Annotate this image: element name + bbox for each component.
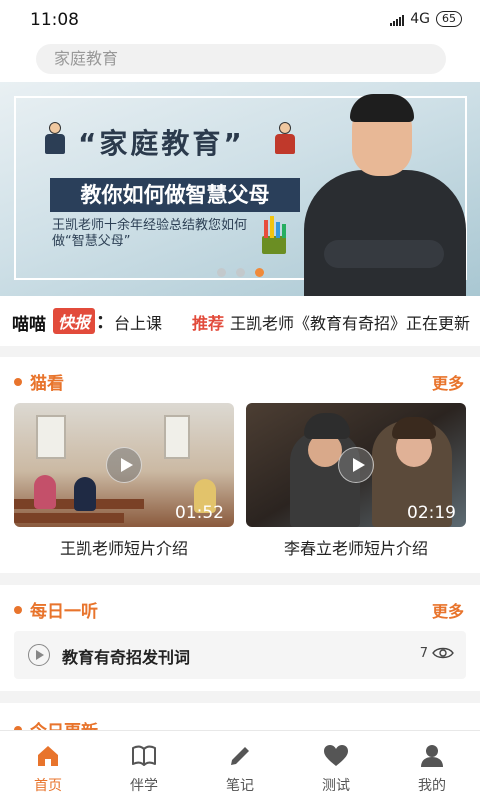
play-circle-icon[interactable] — [28, 644, 50, 666]
ticker-text-secondary[interactable]: 王凯老师《教育有奇招》正在更新 — [230, 310, 470, 334]
banner-card: “家庭教育” 教你如何做智慧父母 王凯老师十余年经验总结教您如何做“智慧父母” — [40, 118, 300, 258]
banner-quote-title: “家庭教育” — [78, 127, 245, 160]
battery-level: 65 — [442, 12, 456, 25]
view-count: 7 — [419, 646, 428, 661]
section-title: 每日一听 — [14, 597, 98, 622]
status-time: 11:08 — [30, 10, 79, 30]
video-caption[interactable]: 王凯老师短片介绍 — [14, 535, 234, 559]
carousel-dot[interactable] — [216, 268, 226, 277]
student-figure — [34, 475, 56, 509]
signal-icon — [390, 12, 405, 26]
network-type: 4G — [410, 11, 430, 27]
tab-label: 首页 — [34, 778, 62, 794]
video-card-thumbnail[interactable]: 01:52 — [14, 403, 234, 527]
audio-title: 教育有奇招发刊词 — [62, 648, 191, 667]
video-caption[interactable]: 李春立老师短片介绍 — [246, 535, 466, 559]
home-icon — [38, 746, 58, 766]
battery-icon: 65 — [436, 11, 462, 27]
tab-study[interactable]: 伴学 — [96, 731, 192, 800]
cartoon-girl-icon — [272, 122, 298, 156]
student-figure — [74, 477, 96, 511]
tab-label: 测试 — [322, 778, 350, 794]
audio-list-item[interactable]: 教育有奇招发刊词 7 — [14, 631, 466, 679]
pencil-cup-icon — [262, 216, 286, 254]
play-icon[interactable] — [338, 447, 374, 483]
video-duration: 01:52 — [175, 503, 224, 523]
more-link[interactable]: 更多 — [432, 598, 464, 622]
tab-label: 伴学 — [130, 778, 158, 794]
video-card-thumbnail[interactable]: 02:19 — [246, 403, 466, 527]
eye-icon — [432, 647, 454, 659]
tab-home[interactable]: 首页 — [0, 731, 96, 800]
person-hair — [392, 417, 436, 439]
section-title-text: 猫看 — [30, 374, 64, 394]
section-dot-icon — [14, 377, 22, 386]
section-title: 猫看 — [14, 369, 64, 394]
banner-carousel[interactable]: “家庭教育” 教你如何做智慧父母 王凯老师十余年经验总结教您如何做“智慧父母” — [0, 82, 480, 296]
ticker-text-primary[interactable]: 台上课 — [114, 310, 162, 334]
tab-label: 笔记 — [226, 778, 254, 794]
tab-label: 我的 — [418, 778, 446, 794]
teacher-photo — [300, 90, 470, 296]
status-indicators: 4G 65 — [390, 11, 462, 27]
carousel-indicator — [0, 268, 480, 277]
carousel-dot[interactable] — [235, 268, 245, 277]
tab-mine[interactable]: 我的 — [384, 731, 480, 800]
status-bar: 11:08 4G 65 — [0, 0, 480, 40]
person-cap — [304, 413, 350, 439]
section-dot-icon — [14, 605, 22, 614]
person-icon — [421, 745, 443, 767]
room-window — [36, 415, 66, 459]
tab-test[interactable]: 测试 — [288, 731, 384, 800]
section-miao-kan: 猫看 更多 01:52 王凯老师短片介绍 02:19 李春立老师短片介绍 — [0, 357, 480, 573]
search-bar: 家庭教育 — [0, 40, 480, 82]
heart-icon — [324, 745, 348, 766]
play-icon[interactable] — [106, 447, 142, 483]
section-daily-listen: 每日一听 更多 教育有奇招发刊词 7 — [0, 585, 480, 691]
section-title-text: 每日一听 — [30, 602, 98, 622]
carousel-dot-active[interactable] — [254, 268, 264, 277]
cartoon-boy-icon — [42, 122, 68, 156]
book-icon — [132, 745, 156, 766]
ticker-tag: 推荐 — [192, 314, 225, 333]
bottom-tab-bar: 首页 伴学 笔记 测试 我的 — [0, 730, 480, 800]
video-duration: 02:19 — [407, 503, 456, 523]
ticker-badge: 快报 — [53, 308, 96, 334]
search-input[interactable]: 家庭教育 — [36, 44, 446, 74]
more-link[interactable]: 更多 — [432, 370, 464, 394]
news-ticker[interactable]: 喵喵 快报 ： 台上课 推荐 王凯老师《教育有奇招》正在更新 — [0, 296, 480, 346]
tab-notes[interactable]: 笔记 — [192, 731, 288, 800]
banner-headline: 教你如何做智慧父母 — [50, 178, 300, 212]
banner-description: 王凯老师十余年经验总结教您如何做“智慧父母” — [52, 218, 248, 249]
pencil-icon — [231, 747, 249, 765]
ticker-colon: ： — [96, 312, 114, 333]
classroom-desk — [14, 513, 124, 523]
ticker-brand: 喵喵 — [12, 315, 46, 335]
room-window — [164, 415, 190, 459]
